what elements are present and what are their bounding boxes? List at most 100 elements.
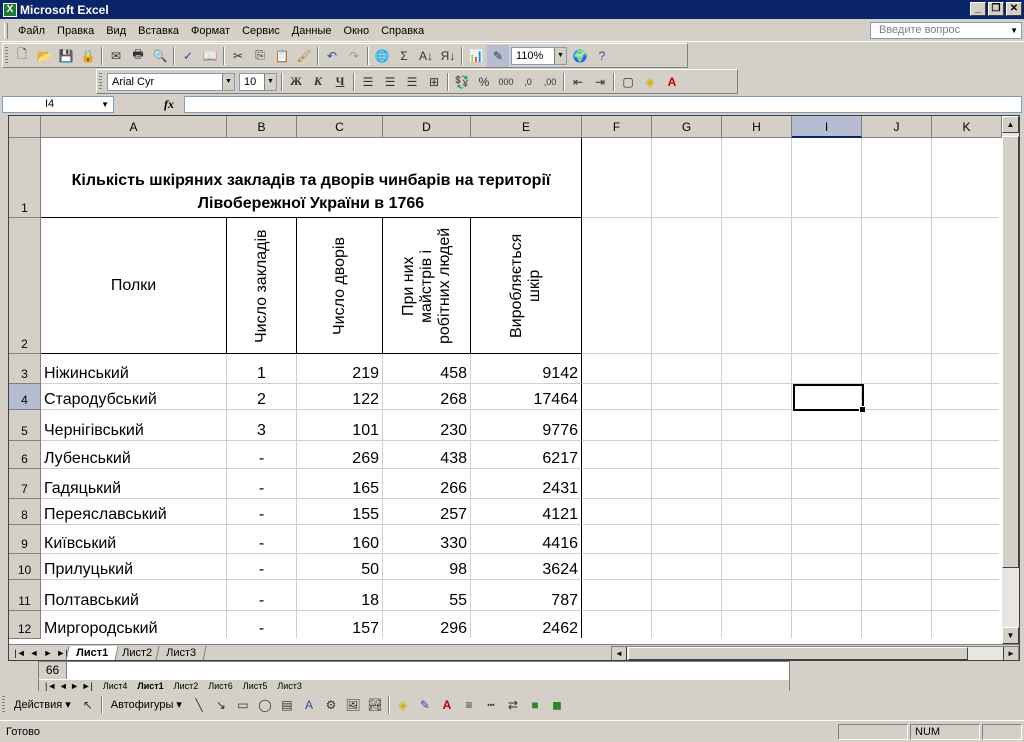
column-header-g[interactable]: G [652, 116, 722, 138]
cell-regiment[interactable]: Київський [41, 525, 227, 554]
row-header[interactable]: 7 [9, 469, 41, 499]
empty-cell[interactable] [722, 580, 792, 611]
empty-cell[interactable] [582, 218, 652, 354]
cell-regiment[interactable]: Стародубський [41, 384, 227, 410]
column-header-f[interactable]: F [582, 116, 652, 138]
scroll-left-icon[interactable]: ◄ [612, 647, 627, 660]
bold-button[interactable]: Ж [285, 71, 307, 93]
empty-cell[interactable] [582, 525, 652, 554]
empty-cell[interactable] [652, 469, 722, 499]
menu-format[interactable]: Формат [185, 22, 236, 40]
undo-icon[interactable]: ↶ [321, 45, 343, 67]
cell-establishments[interactable]: - [227, 580, 297, 611]
empty-cell[interactable] [582, 611, 652, 638]
empty-cell[interactable] [932, 138, 999, 218]
empty-cell[interactable] [582, 384, 652, 410]
header-yards[interactable]: Число дворів [297, 218, 383, 354]
scroll-right-icon[interactable]: ► [1003, 647, 1018, 660]
arrow-icon[interactable]: ↘ [210, 694, 232, 716]
open-folder-icon[interactable]: 📂 [33, 45, 55, 67]
cell-hides[interactable]: 3624 [471, 554, 582, 580]
empty-cell[interactable] [862, 611, 932, 638]
column-header-k[interactable]: K [932, 116, 1002, 138]
empty-cell[interactable] [582, 554, 652, 580]
paste-icon[interactable]: 📋 [271, 45, 293, 67]
cell-yards[interactable]: 50 [297, 554, 383, 580]
empty-cell[interactable] [582, 580, 652, 611]
help-icon[interactable]: ? [591, 45, 613, 67]
borders-icon[interactable]: ▢ [617, 71, 639, 93]
cell-establishments[interactable]: 3 [227, 410, 297, 441]
spelling-icon[interactable]: ✓ [177, 45, 199, 67]
cell-regiment[interactable]: Переяславський [41, 499, 227, 525]
column-header-a[interactable]: A [41, 116, 227, 138]
decrease-decimal-icon[interactable]: ,00 [539, 71, 561, 93]
select-all-corner[interactable] [9, 116, 41, 138]
menu-window[interactable]: Окно [338, 22, 376, 40]
row-header[interactable]: 10 [9, 554, 41, 580]
empty-cell[interactable] [792, 580, 862, 611]
cell-workers[interactable]: 257 [383, 499, 471, 525]
empty-cell[interactable] [652, 525, 722, 554]
align-center-icon[interactable]: ☰ [379, 71, 401, 93]
cell-hides[interactable]: 2462 [471, 611, 582, 638]
chevron-down-icon[interactable]: ▼ [1010, 23, 1018, 38]
cell-establishments[interactable]: - [227, 525, 297, 554]
empty-cell[interactable] [652, 384, 722, 410]
toolbar-grip[interactable] [99, 72, 102, 91]
column-header-d[interactable]: D [383, 116, 471, 138]
percent-icon[interactable]: % [473, 71, 495, 93]
empty-cell[interactable] [792, 554, 862, 580]
cell-workers[interactable]: 98 [383, 554, 471, 580]
cell-yards[interactable]: 157 [297, 611, 383, 638]
empty-cell[interactable] [582, 354, 652, 384]
email-icon[interactable]: ✉ [105, 45, 127, 67]
increase-indent-icon[interactable]: ⇥ [589, 71, 611, 93]
empty-cell[interactable] [722, 441, 792, 469]
empty-cell[interactable] [722, 354, 792, 384]
autoshapes-menu[interactable]: Автофигуры ▾ [105, 696, 188, 714]
menu-view[interactable]: Вид [100, 22, 132, 40]
font-size-combo[interactable]: 10 ▼ [239, 72, 277, 91]
cell-workers[interactable]: 266 [383, 469, 471, 499]
empty-cell[interactable] [652, 441, 722, 469]
sort-ascending-icon[interactable]: A↓ [415, 45, 437, 67]
prev-sheet-icon[interactable]: ◄ [27, 648, 41, 658]
cell-establishments[interactable]: - [227, 469, 297, 499]
empty-cell[interactable] [652, 499, 722, 525]
horizontal-scrollbar[interactable]: ◄ ► [611, 646, 1019, 660]
empty-cell[interactable] [722, 384, 792, 410]
row-header-selected[interactable]: 4 [9, 384, 41, 410]
empty-cell[interactable] [792, 138, 862, 218]
cell-hides[interactable]: 9776 [471, 410, 582, 441]
italic-button[interactable]: К [307, 71, 329, 93]
fill-color-icon[interactable]: ◈ [392, 694, 414, 716]
empty-cell[interactable] [582, 138, 652, 218]
research-globe-icon[interactable]: 🌍 [569, 45, 591, 67]
cell-yards[interactable]: 219 [297, 354, 383, 384]
empty-cell[interactable] [652, 138, 722, 218]
cell-workers[interactable]: 330 [383, 525, 471, 554]
empty-cell[interactable] [792, 525, 862, 554]
new-document-icon[interactable]: 🗋 [11, 45, 33, 67]
empty-cell[interactable] [582, 469, 652, 499]
empty-cell[interactable] [932, 441, 999, 469]
empty-cell[interactable] [722, 218, 792, 354]
scroll-down-icon[interactable]: ▼ [1002, 627, 1019, 644]
cell-hides[interactable]: 4121 [471, 499, 582, 525]
row-header[interactable]: 9 [9, 525, 41, 554]
line-icon[interactable]: ╲ [188, 694, 210, 716]
cell-regiment[interactable]: Полтавський [41, 580, 227, 611]
menu-edit[interactable]: Правка [51, 22, 100, 40]
arrow-style-icon[interactable]: ⇄ [502, 694, 524, 716]
shadow-icon[interactable]: ■ [524, 694, 546, 716]
diagram-icon[interactable]: ⚙ [320, 694, 342, 716]
empty-cell[interactable] [582, 499, 652, 525]
empty-cell[interactable] [932, 384, 999, 410]
empty-cell[interactable] [932, 580, 999, 611]
cell-hides[interactable]: 17464 [471, 384, 582, 410]
row-header[interactable]: 6 [9, 441, 41, 469]
header-regiments[interactable]: Полки [41, 218, 227, 354]
row-header[interactable]: 11 [9, 580, 41, 611]
cell-establishments[interactable]: 2 [227, 384, 297, 410]
